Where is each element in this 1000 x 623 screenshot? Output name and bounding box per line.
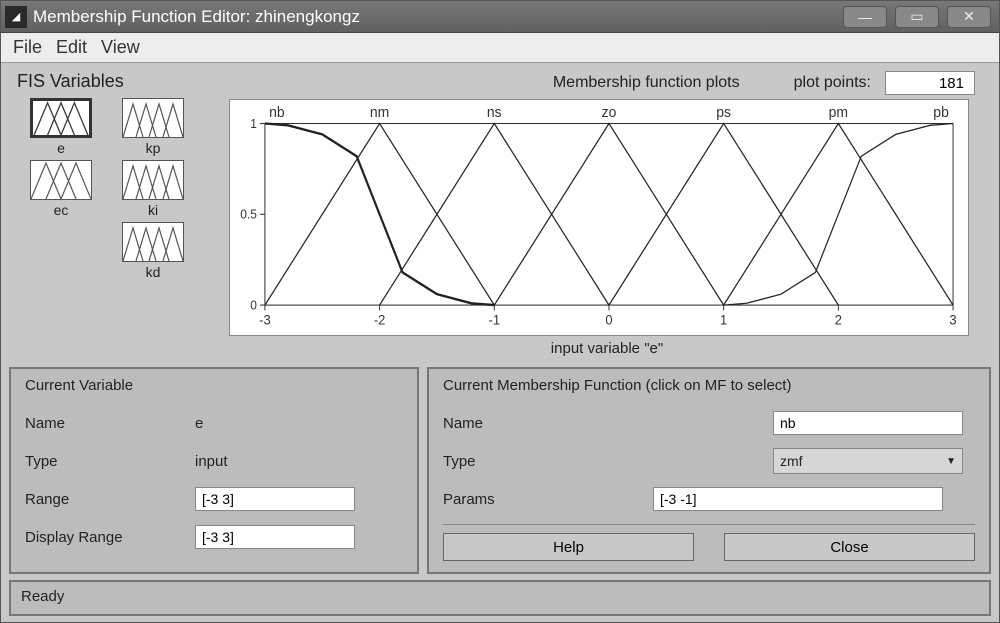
mf-params-input[interactable]: [653, 487, 943, 511]
mf-name-label: Name: [443, 415, 553, 432]
plot-title: Membership function plots: [553, 74, 740, 92]
mf-name-input[interactable]: [773, 411, 963, 435]
plot-points-label: plot points:: [794, 74, 871, 92]
svg-text:ns: ns: [487, 105, 502, 122]
mf-type-select[interactable]: zmf ▼: [773, 448, 963, 474]
svg-text:pm: pm: [829, 105, 848, 122]
svg-text:-2: -2: [374, 312, 386, 328]
svg-text:nm: nm: [370, 105, 389, 122]
status-text: Ready: [21, 588, 64, 605]
plot-panel: Membership function plots plot points: -…: [221, 71, 989, 361]
cv-type-value: input: [195, 453, 228, 470]
cv-title: Current Variable: [25, 377, 403, 394]
fis-var-kp[interactable]: kp: [117, 98, 189, 156]
fis-heading: FIS Variables: [11, 71, 221, 92]
fis-thumb-icon: [122, 160, 184, 200]
fis-variables-panel: FIS Variables e kp: [11, 71, 221, 361]
window-title: Membership Function Editor: zhinengkongz: [33, 7, 843, 27]
svg-text:ps: ps: [716, 105, 731, 122]
fis-var-e[interactable]: e: [25, 98, 97, 156]
cv-range-input[interactable]: [195, 487, 355, 511]
menu-view[interactable]: View: [101, 37, 140, 58]
minimize-button[interactable]: —: [843, 6, 887, 28]
svg-text:pb: pb: [933, 105, 949, 122]
matlab-icon: ◢: [5, 6, 27, 28]
mf-params-label: Params: [443, 491, 553, 508]
plot-points-input[interactable]: [885, 71, 975, 95]
fis-label: kp: [146, 140, 161, 156]
chevron-down-icon: ▼: [946, 456, 962, 467]
cv-drange-label: Display Range: [25, 529, 195, 546]
cv-type-label: Type: [25, 453, 195, 470]
current-mf-panel: Current Membership Function (click on MF…: [427, 367, 991, 574]
titlebar: ◢ Membership Function Editor: zhinengkon…: [1, 1, 999, 33]
svg-text:2: 2: [835, 312, 842, 328]
svg-text:0: 0: [250, 298, 257, 312]
menubar: File Edit View: [1, 33, 999, 63]
fis-var-ki[interactable]: ki: [117, 160, 189, 218]
fis-thumb-icon: [122, 222, 184, 262]
fis-var-ec[interactable]: ec: [25, 160, 97, 218]
app-window: ◢ Membership Function Editor: zhinengkon…: [0, 0, 1000, 623]
svg-text:1: 1: [720, 312, 727, 328]
cv-name-label: Name: [25, 415, 195, 432]
mf-type-label: Type: [443, 453, 553, 470]
mf-axes[interactable]: -3 -2 -1 0 1 2 3 0 0.5 1 nb nm ns zo ps pm pb: [229, 99, 969, 336]
fis-label: ec: [54, 202, 69, 218]
mf-title: Current Membership Function (click on MF…: [443, 377, 975, 394]
svg-text:1: 1: [250, 116, 257, 130]
cv-range-label: Range: [25, 491, 195, 508]
menu-file[interactable]: File: [13, 37, 42, 58]
fis-thumb-icon: [30, 98, 92, 138]
cv-name-value: e: [195, 415, 203, 432]
cv-drange-input[interactable]: [195, 525, 355, 549]
plot-xlabel: input variable "e": [225, 340, 989, 357]
svg-text:nb: nb: [269, 105, 285, 122]
maximize-button[interactable]: ▭: [895, 6, 939, 28]
close-window-button[interactable]: ✕: [947, 6, 991, 28]
svg-text:0: 0: [605, 312, 612, 328]
fis-label: ki: [148, 202, 158, 218]
help-button[interactable]: Help: [443, 533, 694, 561]
svg-text:-1: -1: [489, 312, 501, 328]
mf-type-value: zmf: [780, 453, 803, 469]
fis-label: kd: [146, 264, 161, 280]
svg-text:3: 3: [949, 312, 956, 328]
svg-text:-3: -3: [259, 312, 271, 328]
fis-var-kd[interactable]: kd: [117, 222, 189, 280]
current-variable-panel: Current Variable Name e Type input Range…: [9, 367, 419, 574]
fis-label: e: [57, 140, 65, 156]
fis-thumb-icon: [122, 98, 184, 138]
close-button[interactable]: Close: [724, 533, 975, 561]
status-bar: Ready: [9, 580, 991, 616]
menu-edit[interactable]: Edit: [56, 37, 87, 58]
fis-thumb-icon: [30, 160, 92, 200]
svg-text:0.5: 0.5: [240, 207, 257, 221]
svg-text:zo: zo: [602, 105, 617, 122]
